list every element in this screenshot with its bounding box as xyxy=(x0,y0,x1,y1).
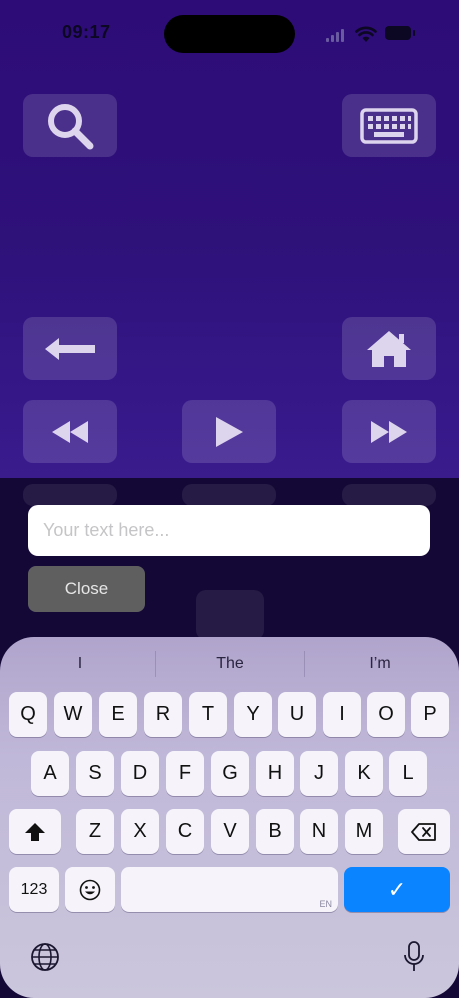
microphone-icon[interactable] xyxy=(402,940,426,974)
obscured-button xyxy=(182,484,276,506)
suggestion-item[interactable]: I xyxy=(15,655,145,673)
search-button[interactable] xyxy=(23,94,117,157)
keyboard-icon xyxy=(360,107,418,144)
key-v[interactable]: V xyxy=(211,809,249,854)
key-g[interactable]: G xyxy=(211,751,249,796)
search-icon xyxy=(48,103,94,149)
key-x[interactable]: X xyxy=(121,809,159,854)
status-time: 09:17 xyxy=(62,22,111,42)
key-o[interactable]: O xyxy=(367,692,405,737)
dynamic-island xyxy=(164,15,295,53)
shift-key[interactable] xyxy=(9,809,61,854)
suggestion-divider xyxy=(304,651,305,677)
key-l[interactable]: L xyxy=(389,751,427,796)
key-r[interactable]: R xyxy=(144,692,182,737)
key-y[interactable]: Y xyxy=(234,692,272,737)
obscured-button xyxy=(23,484,117,506)
rewind-icon xyxy=(52,420,88,443)
numbers-key[interactable]: 123 xyxy=(9,867,59,912)
key-q[interactable]: Q xyxy=(9,692,47,737)
cellular-signal-icon xyxy=(326,28,348,42)
back-arrow-icon xyxy=(45,337,95,360)
key-b[interactable]: B xyxy=(256,809,294,854)
key-e[interactable]: E xyxy=(99,692,137,737)
key-m[interactable]: M xyxy=(345,809,383,854)
key-s[interactable]: S xyxy=(76,751,114,796)
suggestion-item[interactable]: I’m xyxy=(315,655,445,673)
key-k[interactable]: K xyxy=(345,751,383,796)
wifi-icon xyxy=(355,25,377,43)
key-a[interactable]: A xyxy=(31,751,69,796)
emoji-key[interactable] xyxy=(65,867,115,912)
key-w[interactable]: W xyxy=(54,692,92,737)
rewind-button[interactable] xyxy=(23,400,117,463)
key-d[interactable]: D xyxy=(121,751,159,796)
key-h[interactable]: H xyxy=(256,751,294,796)
key-z[interactable]: Z xyxy=(76,809,114,854)
obscured-button xyxy=(196,590,264,640)
play-icon xyxy=(216,416,243,447)
keyboard-button[interactable] xyxy=(342,94,436,157)
home-button[interactable] xyxy=(342,317,436,380)
key-i[interactable]: I xyxy=(323,692,361,737)
key-j[interactable]: J xyxy=(300,751,338,796)
globe-icon[interactable] xyxy=(30,942,60,972)
key-n[interactable]: N xyxy=(300,809,338,854)
close-button[interactable]: Close xyxy=(28,566,145,612)
key-p[interactable]: P xyxy=(411,692,449,737)
space-bar[interactable]: EN xyxy=(121,867,338,912)
home-icon xyxy=(367,330,411,367)
shift-icon xyxy=(25,822,45,841)
backspace-icon xyxy=(411,822,436,841)
key-u[interactable]: U xyxy=(278,692,316,737)
suggestion-divider xyxy=(155,651,156,677)
back-button[interactable] xyxy=(23,317,117,380)
battery-icon xyxy=(385,26,415,40)
key-t[interactable]: T xyxy=(189,692,227,737)
text-input-field[interactable] xyxy=(28,505,430,556)
fast-forward-icon xyxy=(371,420,407,443)
key-f[interactable]: F xyxy=(166,751,204,796)
obscured-button xyxy=(342,484,436,506)
key-c[interactable]: C xyxy=(166,809,204,854)
system-keyboard: I The I’m Q W E R T Y U I O P A S D F G … xyxy=(0,637,459,998)
status-bar: 09:17 xyxy=(0,0,459,64)
play-button[interactable] xyxy=(182,400,276,463)
fast-forward-button[interactable] xyxy=(342,400,436,463)
language-tag: EN xyxy=(319,899,332,909)
backspace-key[interactable] xyxy=(398,809,450,854)
done-key[interactable]: ✓ xyxy=(344,867,450,912)
suggestion-item[interactable]: The xyxy=(165,655,295,673)
emoji-icon xyxy=(79,879,101,900)
